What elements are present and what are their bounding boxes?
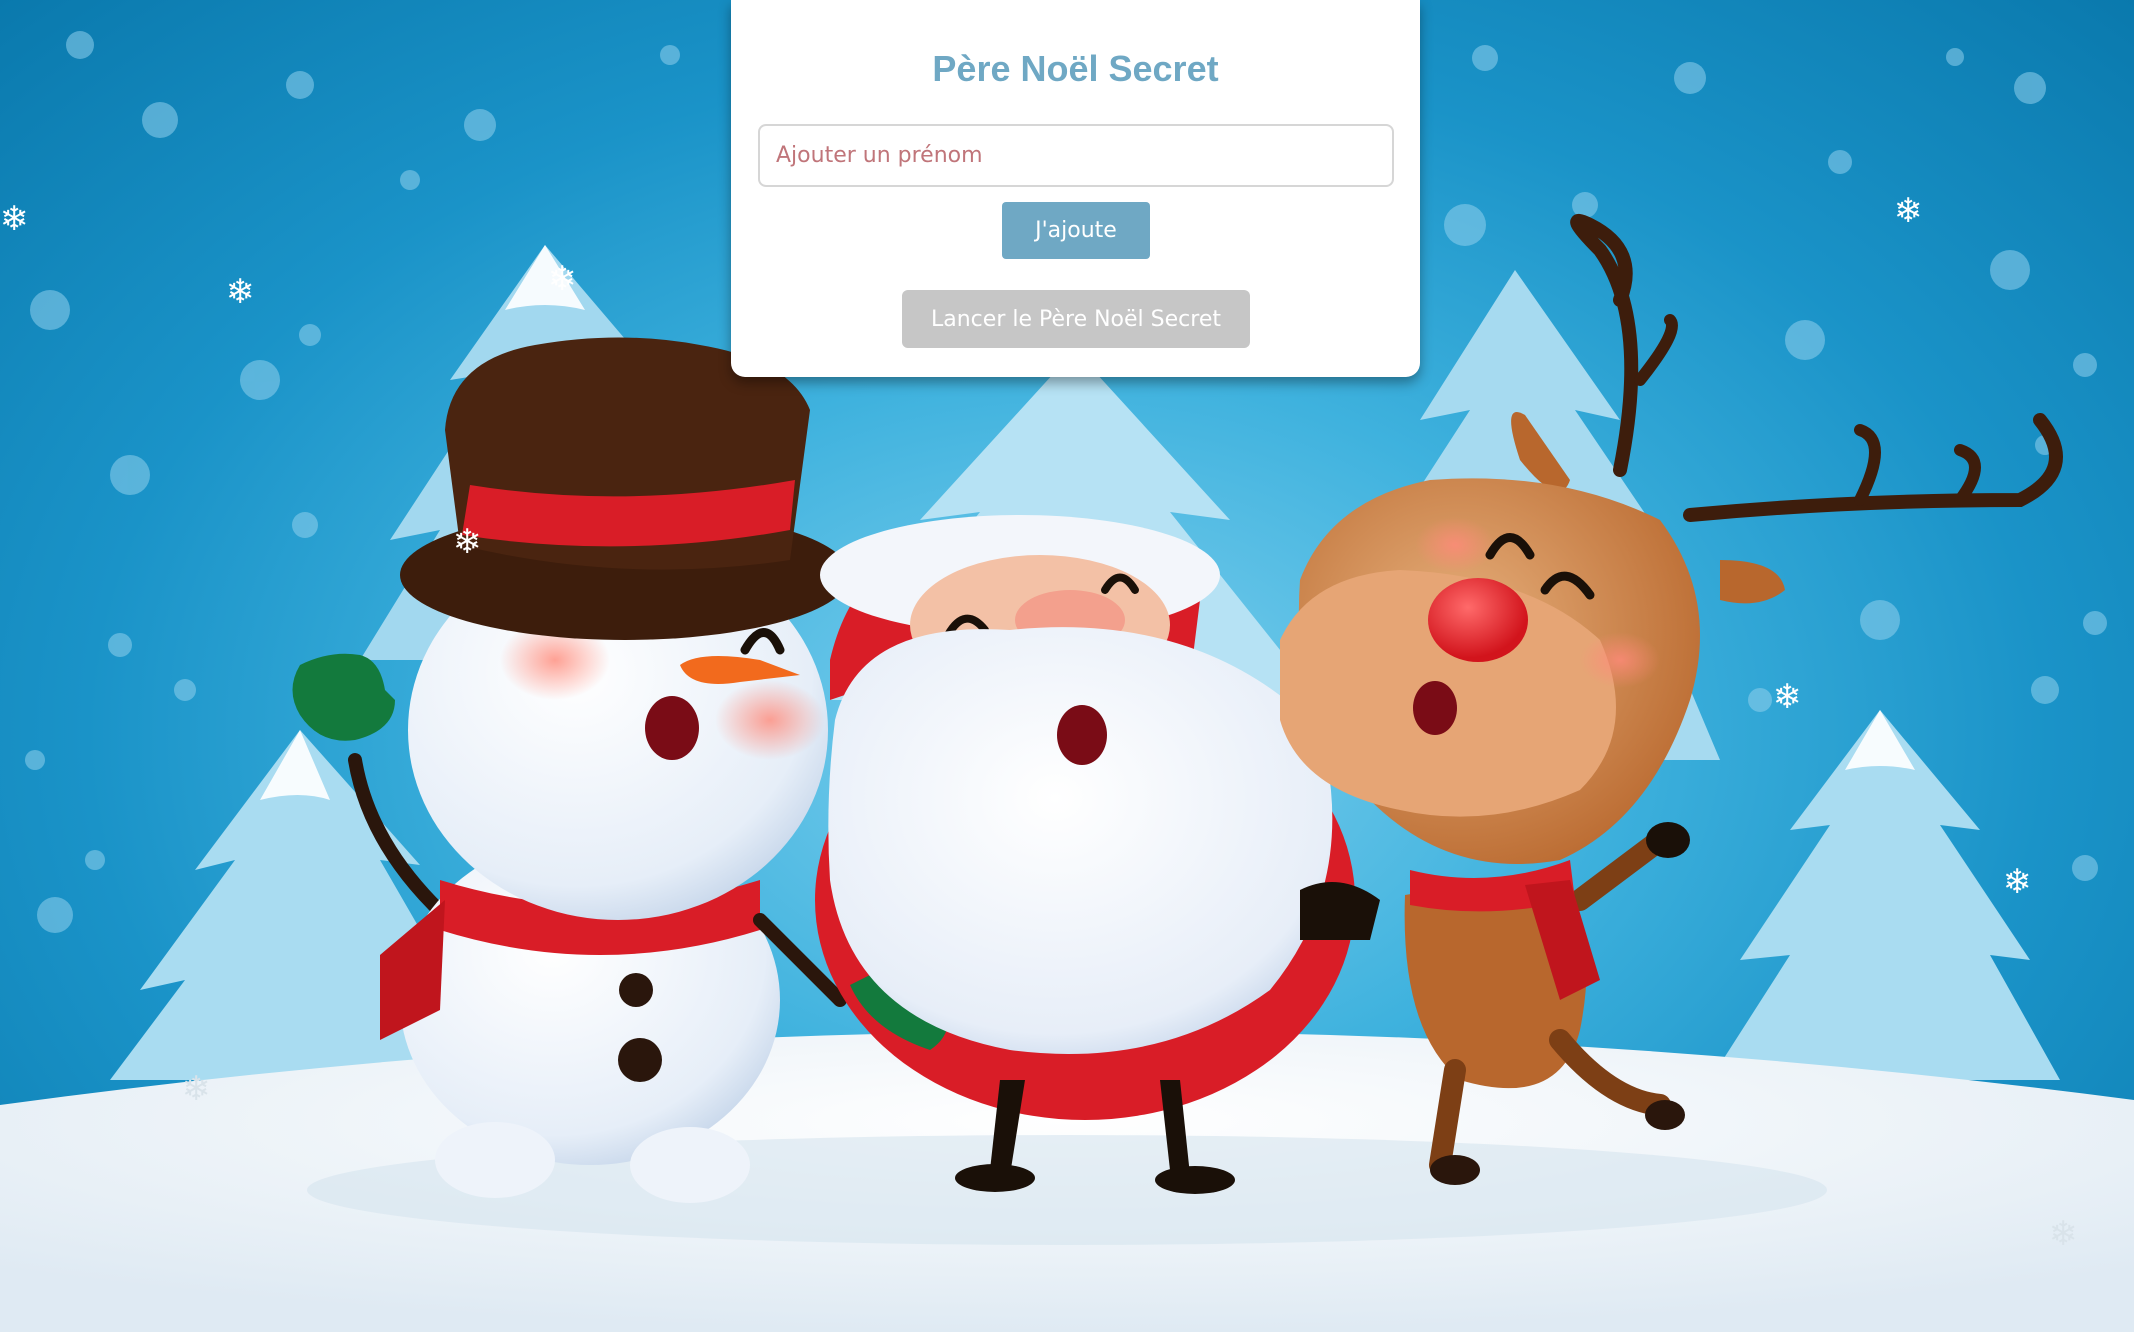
snowflake-icon: ❄ bbox=[1894, 191, 1923, 231]
snowflake-icon: ❄ bbox=[1773, 677, 1802, 717]
snowflake-icon: ❄ bbox=[2003, 862, 2032, 902]
snowflake-icon: ❄ bbox=[548, 259, 577, 299]
snowflake-icon: ❄ bbox=[453, 522, 482, 562]
add-name-button[interactable]: J'ajoute bbox=[1002, 202, 1150, 259]
snowflake-icon: ❄ bbox=[226, 272, 255, 312]
name-input[interactable] bbox=[758, 124, 1394, 187]
secret-santa-card: Père Noël Secret J'ajoute Lancer le Père… bbox=[731, 0, 1420, 377]
launch-secret-santa-button[interactable]: Lancer le Père Noël Secret bbox=[902, 290, 1250, 348]
snowflake-icon: ❄ bbox=[2049, 1214, 2078, 1254]
page-title: Père Noël Secret bbox=[932, 48, 1219, 89]
snowflake-icon: ❄ bbox=[182, 1069, 211, 1109]
snowflake-icon: ❄ bbox=[0, 199, 28, 239]
